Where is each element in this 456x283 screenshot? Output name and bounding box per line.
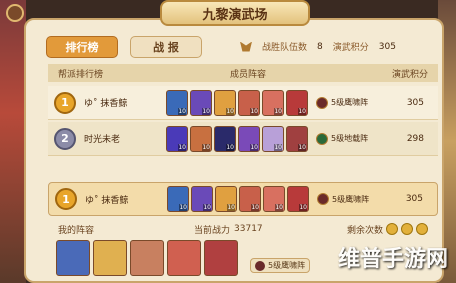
hero-avatar[interactable]: 10: [263, 186, 285, 212]
hero-avatar[interactable]: 10: [286, 125, 308, 152]
hero-avatar[interactable]: 10: [191, 186, 213, 212]
col-lineup-header: 成员阵容: [229, 69, 266, 80]
watermark: 维普手游网: [337, 247, 448, 272]
score-label: 演武积分: [332, 43, 369, 53]
formation: 5级鹰啸阵: [317, 193, 377, 205]
hero-avatar[interactable]: [167, 240, 201, 276]
hero-avatar[interactable]: [93, 240, 127, 276]
formation-icon: [255, 260, 265, 271]
attempt-token-icon: [416, 223, 428, 235]
my-lineup-bar: 我的阵容 当前战力 33717 剩余次数: [48, 222, 438, 236]
my-lineup-label: 我的阵容: [58, 225, 95, 236]
player-name: ゆ˚ 抹香鲸: [85, 195, 129, 206]
hero-avatar[interactable]: 10: [215, 186, 237, 212]
hero-avatar[interactable]: 10: [238, 125, 260, 152]
hero-avatar[interactable]: 10: [286, 89, 308, 116]
back-button[interactable]: [6, 4, 24, 22]
tab-ranking[interactable]: 排行榜: [46, 36, 118, 58]
hero-lineup: 10 10 10 10 10 10: [166, 89, 308, 116]
hero-avatar[interactable]: 10: [166, 125, 188, 152]
hero-avatar[interactable]: 10: [262, 125, 284, 152]
wins-value: 8: [317, 41, 323, 52]
hero-avatar[interactable]: 10: [167, 186, 189, 212]
col-rank-header[interactable]: 帮派排行榜: [58, 67, 158, 80]
formation-icon: [317, 193, 329, 205]
hero-avatar[interactable]: [130, 240, 164, 276]
hero-lineup: 10 10 10 10 10 10: [166, 125, 308, 152]
hero-avatar[interactable]: [56, 240, 90, 276]
formation-icon: [316, 132, 328, 145]
formation: 5级地载阵: [316, 132, 376, 145]
rank-badge: 1: [54, 91, 76, 114]
formation-icon: [316, 96, 328, 109]
tab-battle-report[interactable]: 战 报: [130, 36, 202, 58]
row-score: 305: [406, 97, 424, 108]
rank-badge: 2: [54, 127, 76, 150]
wins-label: 战胜队伍数: [262, 43, 308, 53]
hero-lineup: 10 10 10 10 10 10: [167, 186, 309, 212]
remaining-attempts: 剩余次数: [347, 223, 428, 236]
crown-icon: [240, 41, 252, 52]
attempt-token-icon: [401, 223, 413, 235]
hero-avatar[interactable]: 10: [287, 186, 309, 212]
hero-avatar[interactable]: 10: [190, 125, 212, 152]
hero-avatar[interactable]: 10: [190, 89, 212, 116]
stats-bar: 战胜队伍数 8 演武积分 305: [240, 40, 396, 53]
player-name: ゆ˚ 抹香鲸: [84, 99, 128, 109]
hero-avatar[interactable]: 10: [214, 125, 236, 152]
table-header: 帮派排行榜 成员阵容 演武积分: [48, 64, 438, 82]
score-value: 305: [378, 41, 396, 52]
hero-avatar[interactable]: 10: [166, 89, 188, 116]
page-title: 九黎演武场: [160, 0, 310, 26]
table-row[interactable]: 2 时光未老 10 10 10 10 10 10 5级地载阵 298: [48, 122, 438, 156]
hero-avatar[interactable]: 10: [262, 89, 284, 116]
attempt-token-icon: [386, 223, 398, 235]
col-score-header: 演武积分: [391, 69, 428, 80]
hero-avatar[interactable]: 10: [214, 89, 236, 116]
player-name: 时光未老: [84, 135, 121, 145]
table-row[interactable]: 1 ゆ˚ 抹香鲸 10 10 10 10 10 10 5级鹰啸阵 305: [48, 86, 438, 120]
my-hero-lineup: [56, 240, 238, 276]
hero-avatar[interactable]: 10: [238, 89, 260, 116]
rank-badge: 1: [55, 188, 77, 210]
row-score: 298: [406, 133, 424, 144]
background-left: [0, 0, 26, 283]
row-score: 305: [405, 194, 423, 204]
my-formation[interactable]: 5级鹰啸阵: [250, 258, 311, 273]
power-label: 当前战力: [194, 225, 231, 236]
my-rank-row[interactable]: 1 ゆ˚ 抹香鲸 10 10 10 10 10 10 5级鹰啸阵 305: [48, 182, 438, 216]
hero-avatar[interactable]: [204, 240, 238, 276]
power-value: 33717: [234, 224, 263, 234]
formation: 5级鹰啸阵: [316, 96, 376, 109]
hero-avatar[interactable]: 10: [239, 186, 261, 212]
